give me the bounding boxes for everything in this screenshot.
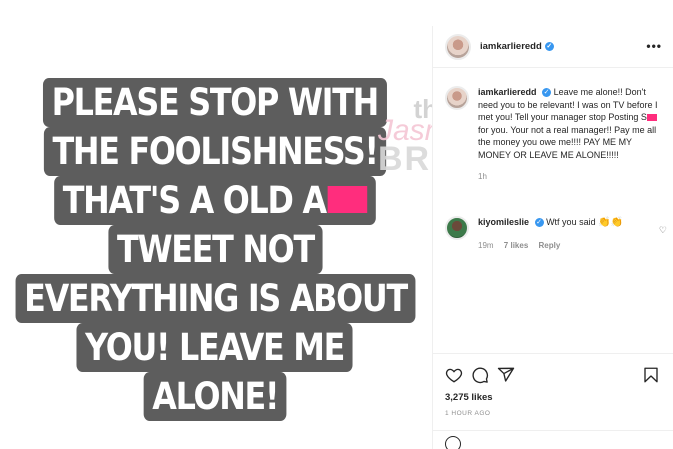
post-header: iamkarlieredd ✓ ••• <box>433 26 673 68</box>
caption-line-7: ALONE! <box>143 372 287 421</box>
caption-username[interactable]: iamkarlieredd <box>478 87 537 97</box>
caption-line-1: PLEASE STOP WITH <box>43 78 387 127</box>
reply-time: 19m <box>478 240 494 250</box>
likes-count[interactable]: 3,275 likes <box>445 392 493 403</box>
reply-button[interactable]: Reply <box>539 241 561 250</box>
post-username-text[interactable]: iamkarlieredd <box>480 41 542 52</box>
caption-line-5: EVERYTHING IS ABOUT <box>15 274 415 323</box>
heart-icon[interactable] <box>445 366 463 384</box>
story-caption: PLEASE STOP WITH THE FOOLISHNESS! THAT'S… <box>0 78 430 421</box>
caption-body: iamkarlieredd ✓ Leave me alone!! Don't n… <box>478 86 667 184</box>
post-actions: 3,275 likes 1 HOUR AGO <box>433 353 673 449</box>
caption-line-2: THE FOOLISHNESS! <box>43 127 387 176</box>
share-icon[interactable] <box>497 366 515 384</box>
story-panel: PLEASE STOP WITH THE FOOLISHNESS! THAT'S… <box>0 0 430 449</box>
post-username[interactable]: iamkarlieredd ✓ <box>480 41 554 52</box>
action-icons <box>445 366 515 384</box>
clap-emoji: 👏 <box>598 217 611 228</box>
more-options-icon[interactable]: ••• <box>646 39 662 53</box>
bookmark-icon[interactable] <box>642 366 660 384</box>
avatar[interactable] <box>445 33 471 60</box>
comment-like-icon[interactable]: ♡ <box>659 225 667 236</box>
caption-line-4: TWEET NOT <box>107 225 323 274</box>
clap-emoji-2: 👏 <box>610 217 624 228</box>
caption-text-after: for you. Your not a real manager!! Pay m… <box>478 124 657 160</box>
censor-block <box>327 186 368 213</box>
caption-avatar[interactable] <box>445 86 469 110</box>
censor-block <box>646 114 657 122</box>
caption-line-3: THAT'S A OLD A <box>54 176 376 225</box>
posted-time: 1 HOUR AGO <box>445 410 491 417</box>
reply-comment: kiyomileslie ✓ Wtf you said 👏👏 19m 7 lik… <box>445 216 671 252</box>
reply-body: kiyomileslie ✓ Wtf you said 👏👏 19m 7 lik… <box>478 216 623 252</box>
reply-username[interactable]: kiyomileslie <box>478 217 529 227</box>
caption-line-6: YOU! LEAVE ME <box>76 323 354 372</box>
add-comment-bar[interactable] <box>433 430 673 449</box>
verified-badge-icon: ✓ <box>534 218 544 228</box>
verified-badge-icon: ✓ <box>544 41 554 51</box>
post-panel: iamkarlieredd ✓ ••• iamkarlieredd ✓ Leave… <box>432 26 673 449</box>
caption-line-3-text: THAT'S A OLD A <box>62 179 327 222</box>
caption-comment: iamkarlieredd ✓ Leave me alone!! Don't n… <box>445 86 667 184</box>
verified-badge-icon: ✓ <box>542 88 552 98</box>
emoji-icon[interactable] <box>445 436 461 449</box>
caption-time: 1h <box>478 172 487 181</box>
comment-icon[interactable] <box>471 366 489 384</box>
reply-meta: 19m 7 likes Reply <box>478 240 623 253</box>
reply-likes[interactable]: 7 likes <box>504 241 528 250</box>
reply-avatar[interactable] <box>445 216 469 240</box>
reply-text: Wtf you said <box>546 217 596 227</box>
caption-meta: 1h <box>478 171 667 184</box>
